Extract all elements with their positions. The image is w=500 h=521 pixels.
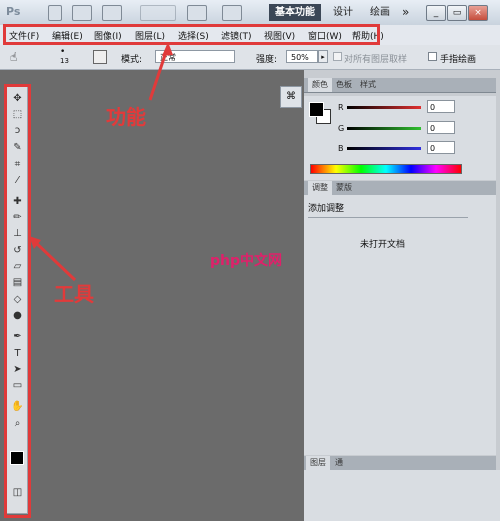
watermark: php中文网 <box>210 250 282 270</box>
color-panel-foreground-swatch[interactable] <box>309 102 324 117</box>
tools-annotation-label: 工具 <box>54 282 94 306</box>
watermark-text: php中文网 <box>210 253 283 269</box>
function-annotation-label: 功能 <box>106 105 146 129</box>
tools-arrow-line <box>31 238 77 282</box>
function-arrow-head <box>162 42 173 56</box>
